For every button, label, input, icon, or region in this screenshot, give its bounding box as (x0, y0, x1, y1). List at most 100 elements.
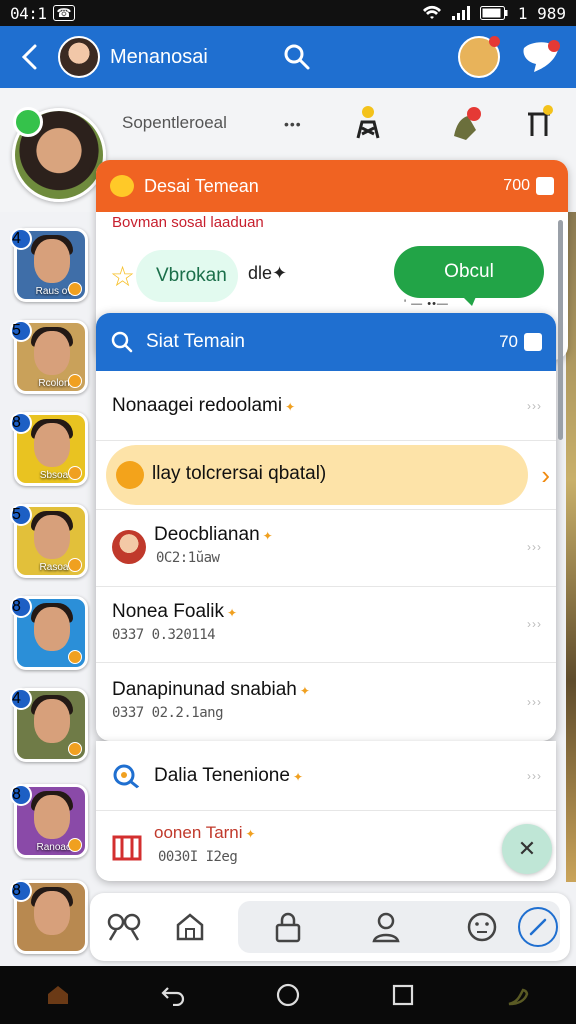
tab-home[interactable] (166, 903, 214, 951)
list-item[interactable]: Deocblianan ✦ 0C2:1ŭaw ››› (96, 509, 556, 587)
nav-recents-button[interactable] (385, 977, 421, 1013)
list-item[interactable]: oonen Tarni ✦ 0030I I2eg (96, 811, 556, 881)
profile-avatar-button[interactable] (458, 36, 500, 78)
status-bar: 04:1 ☎ 1 989 (0, 0, 576, 26)
sparkle-icon: ✦ (226, 606, 238, 620)
nav-home-button[interactable] (270, 977, 306, 1013)
sparkle-icon: ✦ (299, 684, 310, 698)
contact-badge-icon (68, 650, 82, 664)
tools-button[interactable] (522, 104, 558, 142)
list-item-text: Nonea Foalik (112, 601, 224, 622)
list-item-text: oonen Tarni (154, 823, 243, 842)
people-icon (107, 913, 141, 941)
card-menu-icon[interactable] (524, 333, 542, 351)
chevron-right-icon: › (541, 460, 550, 490)
featured-pill[interactable]: llay tolcrersai qbatal) › (106, 445, 550, 505)
tab-profile[interactable] (362, 903, 410, 951)
alerts-button[interactable] (448, 104, 484, 142)
circle-icon (276, 983, 300, 1007)
search-button[interactable] (282, 42, 312, 72)
lock-icon (275, 912, 301, 943)
close-button[interactable]: ✕ (502, 824, 552, 874)
mushroom-avatar-icon (112, 530, 146, 564)
system-nav-bar (0, 966, 576, 1024)
chevron-right-icon: ››› (527, 769, 542, 783)
featured-pill-label: llay tolcrersai qbatal) (152, 463, 327, 484)
chat-list-card: Siat Temain 70 Nonaagei redoolami ✦ ››› l… (96, 313, 556, 741)
contact-face (34, 891, 70, 935)
contact-count-badge: 8 (10, 412, 32, 434)
person-pin-icon (356, 106, 380, 139)
chevron-right-icon: ››› (527, 399, 542, 413)
highlight-pill[interactable]: Vbrokan (136, 250, 238, 302)
contact-face (34, 515, 70, 559)
contact-face (34, 795, 70, 839)
bell-icon (454, 107, 481, 140)
smiley-icon (467, 912, 497, 942)
highlight-pill-label: Vbrokan (156, 265, 227, 286)
back-icon (161, 987, 184, 1006)
chevron-right-icon: ››› (527, 540, 542, 554)
contact-badge-icon (68, 558, 82, 572)
back-button[interactable] (0, 26, 58, 88)
square-icon (393, 984, 414, 1006)
nav-back-button[interactable] (155, 977, 191, 1013)
list-item[interactable]: Danapinunad snabiah ✦ 0337 02.2.1ang ››› (96, 663, 556, 741)
sparkle-icon: ✦ (285, 400, 296, 414)
profile-status-label: Sopentleroeal (122, 113, 227, 132)
pill-suffix-text: dle (248, 263, 273, 283)
compose-icon (529, 918, 547, 936)
app-title: Menanosai (110, 45, 208, 68)
pill-suffix: dle✦ (248, 263, 287, 284)
chat-avatar[interactable] (58, 36, 100, 78)
back-arrow-icon (21, 44, 37, 70)
contact-badge-icon (68, 838, 82, 852)
friends-count: 700 (503, 177, 530, 194)
nav-home-shortcut[interactable] (40, 977, 76, 1013)
search-people-icon (113, 764, 141, 791)
list-item-label: Nonea Foalik ✦ (112, 601, 237, 623)
friends-card-title: Desai Temean (144, 175, 259, 196)
nav-assistant-button[interactable] (500, 977, 536, 1013)
sparkle-icon: ✦ (272, 263, 288, 283)
scrollbar[interactable] (558, 220, 563, 440)
more-dots[interactable]: ••• (284, 116, 302, 132)
contact-face (34, 239, 70, 283)
bubble-tail (458, 292, 478, 306)
heart-message-icon (523, 40, 560, 72)
notification-dot (489, 36, 500, 47)
list-item[interactable]: Nonea Foalik ✦ 0337 0.320114 ››› (96, 587, 556, 663)
chevron-right-icon: ››› (527, 617, 542, 631)
contact-count-badge: 8 (10, 880, 32, 902)
wifi-icon (422, 5, 441, 19)
favorites-button[interactable] (520, 38, 562, 80)
list-item[interactable]: Nonaagei redoolami ✦ ››› (96, 371, 556, 441)
list-item-text: Danapinunad snabiah (112, 679, 297, 700)
tab-lock[interactable] (264, 903, 312, 951)
tools-icon (528, 105, 553, 136)
home-icon (176, 913, 204, 941)
list-item-text: Nonaagei redoolami (112, 395, 283, 416)
list-item-label: Danapinunad snabiah ✦ (112, 679, 310, 701)
list-item[interactable]: llay tolcrersai qbatal) › (96, 441, 556, 509)
contact-count-badge: 8 (10, 596, 32, 618)
tab-compose[interactable] (518, 907, 558, 947)
call-button[interactable] (350, 104, 386, 142)
tab-emoji[interactable] (458, 903, 506, 951)
confirm-button[interactable]: Obcul (394, 246, 544, 298)
card-menu-icon[interactable] (536, 177, 554, 195)
online-badge (13, 107, 43, 137)
app-bar: Menanosai (0, 26, 576, 88)
swirl-icon (508, 988, 529, 1006)
sparkle-icon: ✦ (262, 529, 273, 543)
contact-count-badge: 5 (10, 504, 32, 526)
friends-card-header: Desai Temean 700 (96, 160, 568, 212)
chat-bubble-icon (110, 175, 134, 197)
friends-card-subtitle: Bovman sosal laaduan (112, 214, 264, 231)
tab-people[interactable] (100, 903, 148, 951)
profile-avatar[interactable] (12, 107, 106, 202)
contact-badge-icon (68, 466, 82, 480)
list-item[interactable]: Dalia Tenenione ✦ ››› (96, 741, 556, 811)
status-time: 04:1 (10, 3, 47, 23)
contact-face (34, 699, 70, 743)
